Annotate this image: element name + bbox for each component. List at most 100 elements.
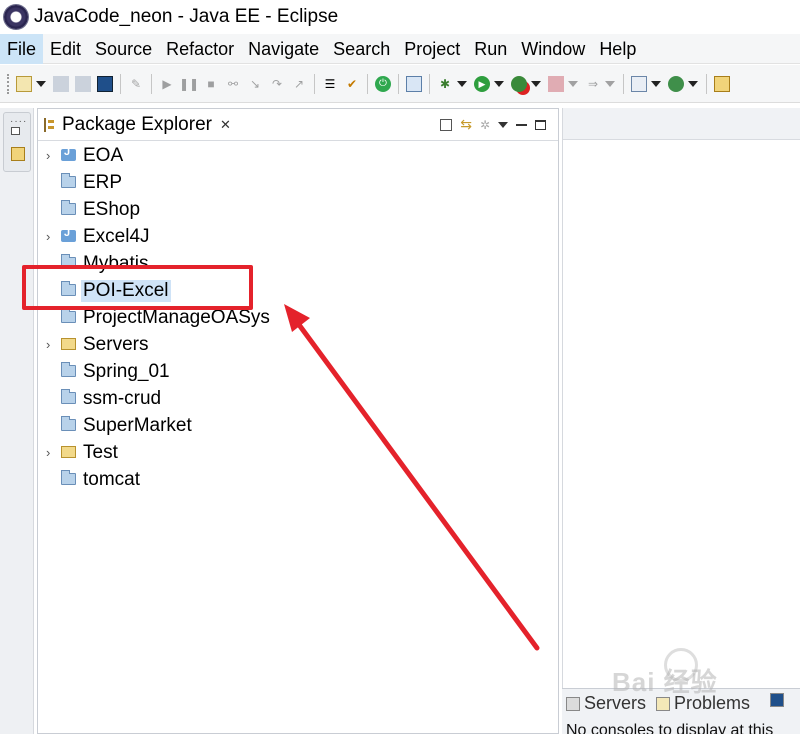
open-task-icon[interactable]: ☰ (322, 76, 338, 92)
package-explorer-icon (44, 117, 56, 132)
menu-run[interactable]: Run (467, 34, 514, 64)
step-over-icon[interactable]: ↷ (269, 76, 285, 92)
package-explorer-tab[interactable]: Package Explorer ✕ (38, 109, 231, 141)
disconnect-icon[interactable]: ⚯ (225, 76, 241, 92)
package-explorer-title: Package Explorer (62, 113, 212, 135)
step-return-icon[interactable]: ↗ (291, 76, 307, 92)
tab-console[interactable] (770, 693, 788, 707)
new-java-class-dropdown-icon[interactable] (688, 80, 698, 87)
new-java-project-icon[interactable] (631, 75, 647, 92)
servers-icon (566, 696, 580, 711)
expand-chevron-icon[interactable]: › (46, 337, 50, 352)
tree-item-label: tomcat (83, 468, 141, 490)
toolbar-separator (623, 73, 624, 94)
tree-item-erp[interactable]: ERP (38, 169, 558, 196)
stop-dropdown-icon[interactable] (568, 80, 578, 87)
editor-tab-strip (563, 108, 800, 140)
folder-icon (61, 200, 76, 215)
new-dropdown-icon[interactable] (36, 80, 46, 87)
tree-item-excel4j[interactable]: › Excel4J (38, 223, 558, 250)
maximize-icon[interactable] (535, 119, 546, 130)
project-tree: › EOA ERP EShop › Excel4J Mybatis POI-Ex… (38, 142, 558, 493)
task-list-icon[interactable]: ✔ (344, 76, 360, 92)
menu-window[interactable]: Window (514, 34, 592, 64)
tree-item-label: ERP (83, 171, 123, 193)
step-into-icon[interactable]: ↘ (247, 76, 263, 92)
menu-file[interactable]: File (0, 33, 44, 64)
view-menu-icon[interactable] (498, 121, 508, 128)
package-explorer-header: Package Explorer ✕ ⇆ ✲ (38, 109, 558, 141)
tree-item-label: Spring_01 (83, 360, 170, 382)
terminate-icon[interactable]: ■ (203, 76, 219, 92)
package-explorer-view: Package Explorer ✕ ⇆ ✲ › EOA ERP EShop › (37, 108, 559, 734)
profile-dropdown-icon[interactable] (605, 80, 615, 87)
tree-item-servers[interactable]: › Servers (38, 331, 558, 358)
server-start-icon[interactable]: ⏻ (375, 75, 391, 92)
menu-refactor[interactable]: Refactor (159, 34, 241, 64)
suspend-icon[interactable]: ❚❚ (179, 76, 199, 92)
menu-bar: File Edit Source Refactor Navigate Searc… (0, 33, 800, 64)
editor-area[interactable] (562, 108, 800, 688)
run-dropdown-icon[interactable] (494, 80, 504, 87)
minimize-icon[interactable] (516, 123, 527, 126)
expand-chevron-icon[interactable]: › (46, 229, 50, 244)
open-type-icon[interactable] (714, 75, 730, 92)
run-external-icon[interactable] (511, 75, 527, 92)
menu-source[interactable]: Source (88, 34, 159, 64)
new-server-icon[interactable] (406, 75, 422, 92)
run-external-dropdown-icon[interactable] (531, 80, 541, 87)
save-icon[interactable] (53, 75, 69, 92)
tree-item-ssm-crud[interactable]: ssm-crud (38, 385, 558, 412)
package-explorer-icon[interactable] (11, 147, 25, 161)
highlight-box (22, 265, 253, 310)
tree-item-label: ssm-crud (83, 387, 162, 409)
stop-icon[interactable] (548, 75, 564, 92)
new-icon[interactable] (16, 75, 32, 92)
toolbar-separator (120, 73, 121, 94)
restore-icon[interactable] (11, 127, 20, 135)
resume-icon[interactable]: ▶ (159, 76, 175, 92)
menu-search[interactable]: Search (326, 34, 397, 64)
tree-item-test[interactable]: › Test (38, 439, 558, 466)
eclipse-icon (4, 5, 28, 29)
tree-item-eoa[interactable]: › EOA (38, 142, 558, 169)
profile-icon[interactable]: ⇒ (585, 76, 601, 92)
skip-breakpoints-icon[interactable]: ✎ (128, 76, 144, 92)
folder-icon (61, 308, 76, 323)
new-java-class-icon[interactable] (668, 75, 684, 92)
window-title: JavaCode_neon - Java EE - Eclipse (34, 6, 339, 27)
toolbar-separator (367, 73, 368, 94)
collapse-all-icon[interactable] (440, 118, 453, 131)
tree-item-supermarket[interactable]: SuperMarket (38, 412, 558, 439)
run-icon[interactable]: ▶ (474, 75, 490, 92)
tree-item-spring-01[interactable]: Spring_01 (38, 358, 558, 385)
focus-on-task-icon[interactable]: ✲ (480, 118, 490, 132)
toolbar-separator (398, 73, 399, 94)
open-folder-icon (61, 446, 76, 458)
close-icon[interactable]: ✕ (220, 117, 231, 133)
expand-chevron-icon[interactable]: › (46, 148, 50, 163)
new-java-project-dropdown-icon[interactable] (651, 80, 661, 87)
menu-navigate[interactable]: Navigate (241, 34, 326, 64)
link-with-editor-icon[interactable]: ⇆ (460, 116, 472, 133)
save-all-icon[interactable] (75, 75, 91, 92)
folder-icon (61, 416, 76, 431)
tree-item-label: Test (83, 441, 118, 463)
toolbar-grip[interactable] (7, 73, 10, 94)
tree-item-eshop[interactable]: EShop (38, 196, 558, 223)
tree-item-label: Excel4J (83, 225, 150, 247)
java-project-icon (61, 146, 76, 161)
toolbar-separator (151, 73, 152, 94)
tree-item-label: EOA (83, 144, 124, 166)
expand-chevron-icon[interactable]: › (46, 445, 50, 460)
terminal-icon[interactable] (97, 75, 113, 92)
menu-edit[interactable]: Edit (43, 34, 88, 64)
minimized-view-stack: ···· (3, 112, 31, 172)
menu-project[interactable]: Project (397, 34, 467, 64)
debug-icon[interactable]: ✱ (437, 76, 453, 92)
menu-help[interactable]: Help (592, 34, 643, 64)
tree-item-tomcat[interactable]: tomcat (38, 466, 558, 493)
grip-dots[interactable]: ···· (10, 116, 27, 127)
debug-dropdown-icon[interactable] (457, 80, 467, 87)
open-folder-icon (61, 338, 76, 350)
